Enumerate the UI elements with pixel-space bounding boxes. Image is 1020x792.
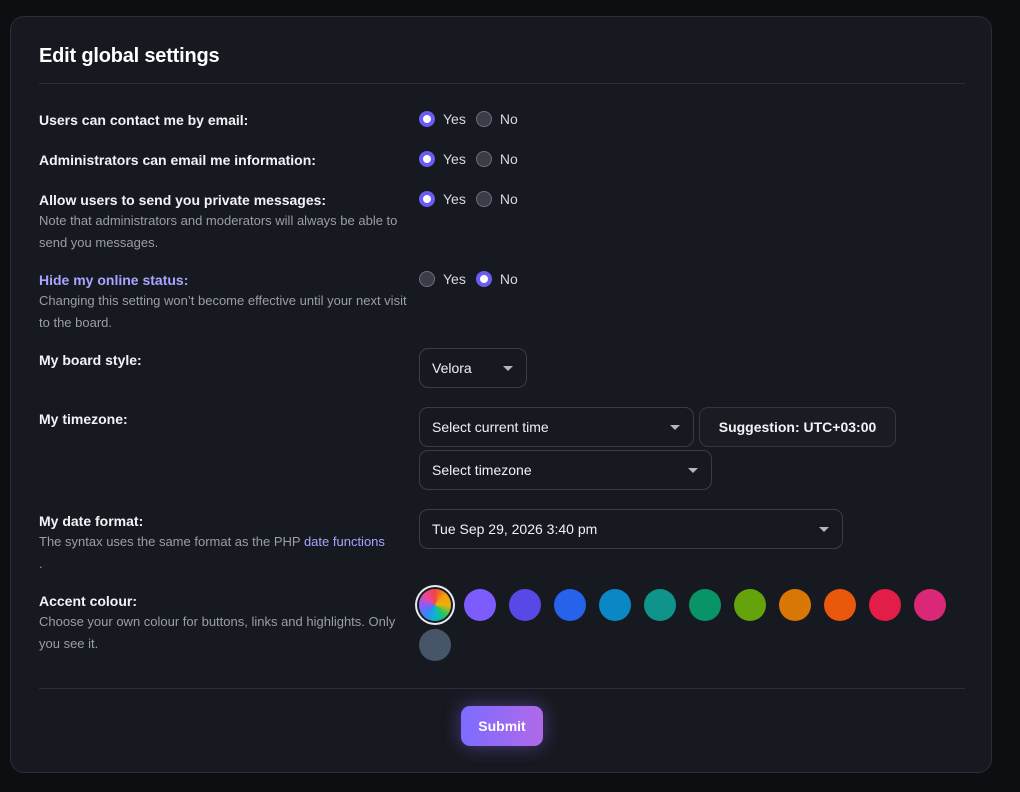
admin-email-no-label[interactable]: No	[500, 151, 518, 167]
submit-button[interactable]: Submit	[461, 706, 543, 746]
contact-email-no-radio[interactable]	[475, 111, 492, 127]
accent-swatch-rainbow[interactable]	[419, 589, 451, 621]
chevron-down-icon	[688, 468, 698, 473]
accent-swatch[interactable]	[914, 589, 946, 621]
hide-online-yes-label[interactable]: Yes	[443, 271, 466, 287]
chevron-down-icon	[503, 366, 513, 371]
current-time-value: Select current time	[432, 419, 549, 435]
accent-swatch[interactable]	[779, 589, 811, 621]
hide-online-yes-radio[interactable]	[419, 271, 435, 287]
hide-online-radio-group: Yes No	[419, 271, 528, 287]
divider-top	[39, 83, 965, 84]
accent-swatch[interactable]	[824, 589, 856, 621]
accent-swatch[interactable]	[419, 629, 451, 661]
date-format-value: Tue Sep 29, 2026 3:40 pm	[432, 521, 598, 537]
chevron-down-icon	[819, 527, 829, 532]
admin-email-no-radio[interactable]	[475, 151, 492, 167]
admin-email-yes-radio[interactable]	[419, 151, 435, 167]
hide-online-no-label[interactable]: No	[500, 271, 518, 287]
contact-email-radio-group: Yes No	[419, 111, 528, 127]
admin-email-yes-label[interactable]: Yes	[443, 151, 466, 167]
date-format-description: The syntax uses the same format as the P…	[39, 531, 419, 575]
private-messages-radio-group: Yes No	[419, 191, 528, 207]
private-messages-description: Note that administrators and moderators …	[39, 213, 398, 250]
accent-swatch[interactable]	[554, 589, 586, 621]
timezone-select[interactable]: Select timezone	[419, 450, 712, 490]
private-messages-label: Allow users to send you private messages…	[39, 192, 327, 208]
private-messages-yes-label[interactable]: Yes	[443, 191, 466, 207]
admin-email-label: Administrators can email me information:	[39, 152, 316, 168]
accent-colour-description: Choose your own colour for buttons, link…	[39, 614, 396, 651]
private-messages-no-label[interactable]: No	[500, 191, 518, 207]
date-format-select[interactable]: Tue Sep 29, 2026 3:40 pm	[419, 509, 843, 549]
date-functions-link[interactable]: date functions	[304, 534, 385, 549]
divider-bottom	[39, 688, 965, 689]
board-style-label: My board style:	[39, 352, 142, 368]
contact-email-yes-radio[interactable]	[419, 111, 435, 127]
timezone-suggestion-button[interactable]: Suggestion: UTC+03:00	[699, 407, 896, 447]
private-messages-no-radio[interactable]	[475, 191, 492, 207]
accent-swatch[interactable]	[869, 589, 901, 621]
accent-swatch[interactable]	[464, 589, 496, 621]
private-messages-yes-radio[interactable]	[419, 191, 435, 207]
accent-swatch[interactable]	[734, 589, 766, 621]
date-format-label: My date format:	[39, 513, 144, 529]
timezone-value: Select timezone	[432, 462, 532, 478]
hide-online-label[interactable]: Hide my online status:	[39, 272, 188, 288]
accent-swatch[interactable]	[599, 589, 631, 621]
hide-online-no-radio[interactable]	[475, 271, 492, 287]
contact-email-yes-label[interactable]: Yes	[443, 111, 466, 127]
accent-swatch[interactable]	[509, 589, 541, 621]
accent-swatch[interactable]	[689, 589, 721, 621]
board-style-value: Velora	[432, 360, 472, 376]
contact-email-label: Users can contact me by email:	[39, 112, 249, 128]
timezone-label: My timezone:	[39, 411, 128, 427]
hide-online-description: Changing this setting won’t become effec…	[39, 293, 407, 330]
page-title: Edit global settings	[39, 45, 220, 67]
chevron-down-icon	[670, 425, 680, 430]
date-format-desc-suffix: .	[39, 556, 43, 571]
accent-swatch[interactable]	[644, 589, 676, 621]
admin-email-radio-group: Yes No	[419, 151, 528, 167]
board-style-select[interactable]: Velora	[419, 348, 527, 388]
contact-email-no-label[interactable]: No	[500, 111, 518, 127]
accent-colour-label: Accent colour:	[39, 593, 138, 609]
settings-panel: Edit global settings Users can contact m…	[10, 16, 992, 773]
current-time-select[interactable]: Select current time	[419, 407, 694, 447]
date-format-desc-prefix: The syntax uses the same format as the P…	[39, 534, 301, 549]
